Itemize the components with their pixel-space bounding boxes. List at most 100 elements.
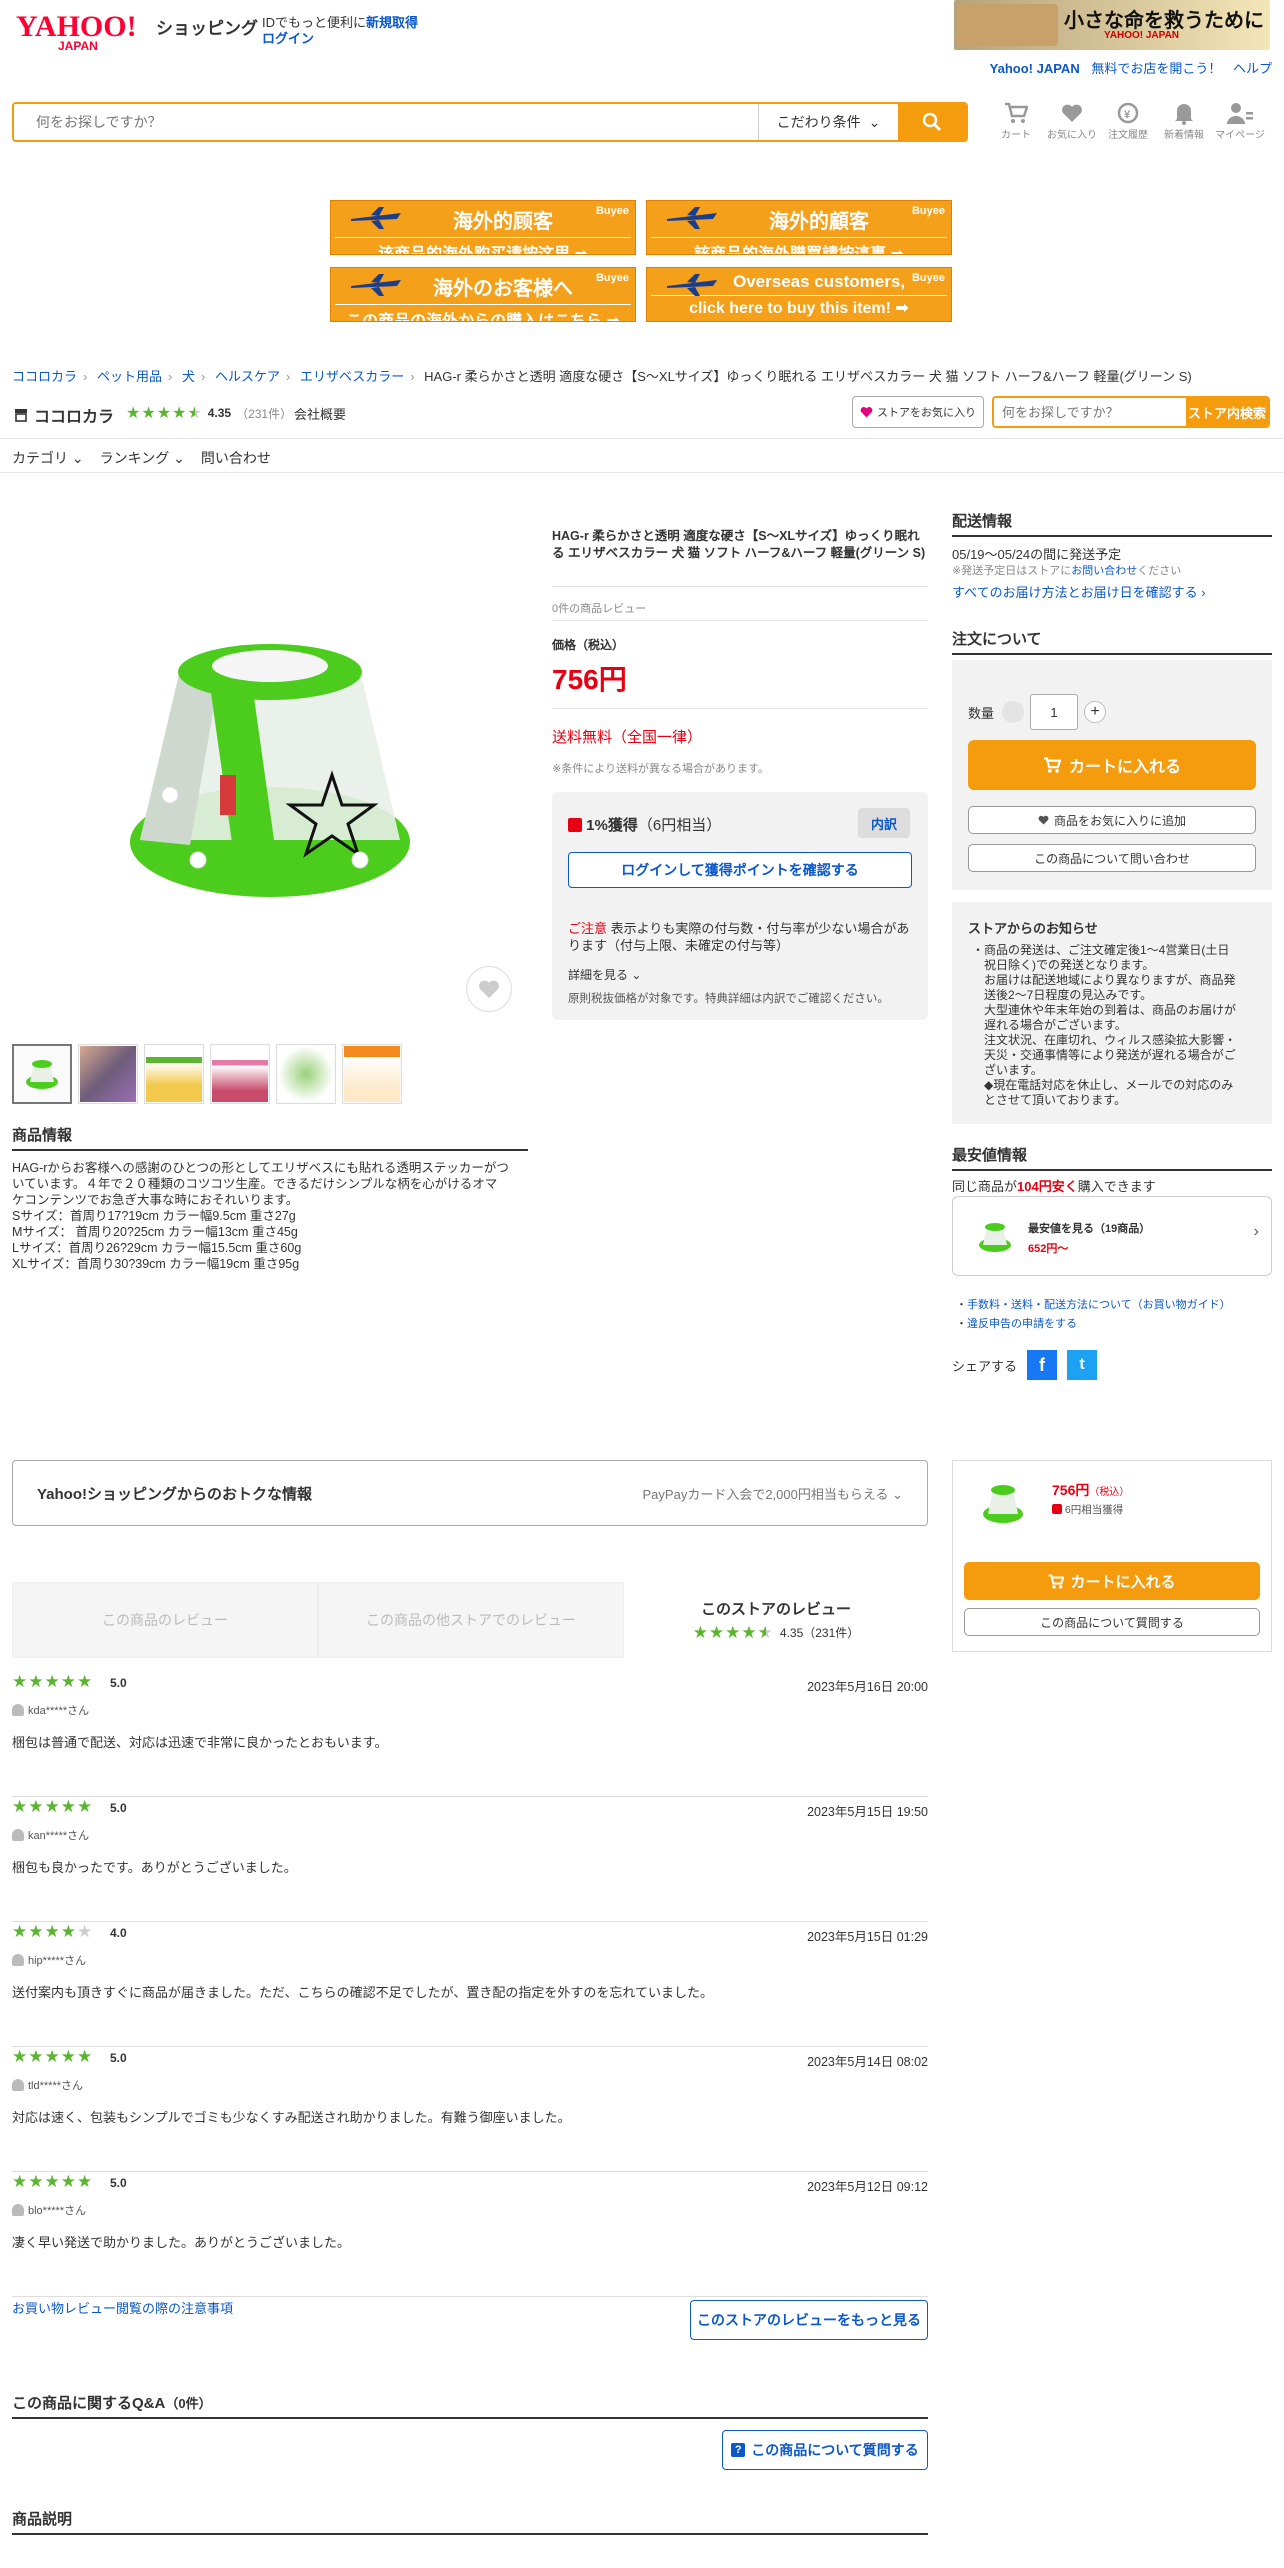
buyee-banner-en[interactable]: Buyee Overseas customers, click here to … <box>646 267 952 322</box>
sticky-add-to-cart-button[interactable]: カートに入れる <box>964 1562 1260 1600</box>
mypage-link[interactable]: マイページ <box>1212 100 1268 141</box>
shopping-label: ショッピング <box>156 19 258 38</box>
breadcrumb-healthcare[interactable]: ヘルスケア <box>215 369 280 384</box>
product-inquiry-button[interactable]: この商品について問い合わせ <box>968 844 1256 872</box>
search-bar: こだわり条件⌄ <box>12 102 968 142</box>
favorite-store-button[interactable]: ストアをお気に入り <box>852 396 984 428</box>
see-details-link[interactable]: 詳細を見る ⌄ <box>568 966 641 983</box>
quantity-input[interactable]: 1 <box>1030 694 1079 730</box>
cart-link[interactable]: カート <box>988 100 1044 141</box>
company-info-link[interactable]: 会社概要 <box>294 404 346 423</box>
rating-stars-icon: ★★★★★ <box>126 405 203 422</box>
delivery-note: ※発送予定日はストアにお問い合わせください <box>952 565 1182 577</box>
login-check-points-button[interactable]: ログインして獲得ポイントを確認する <box>568 852 912 888</box>
add-to-cart-button[interactable]: カートに入れる <box>968 740 1256 790</box>
favorite-heart-button[interactable] <box>466 966 512 1012</box>
airplane-icon <box>351 274 401 296</box>
delivery-options-link[interactable]: すべてのお届け方法とお届け日を確認する › <box>952 582 1206 601</box>
buyee-banner-cn-simplified[interactable]: Buyee 海外的顾客 该商品的海外购买请按这里 ➡ <box>330 200 636 255</box>
breadcrumb-dog[interactable]: 犬 <box>182 369 195 384</box>
search-icon <box>922 112 941 131</box>
breadcrumb-collar[interactable]: エリザベスカラー <box>300 369 404 384</box>
yahoo-japan-logo[interactable]: YAHOO! JAPAN <box>14 8 154 53</box>
buyee-banner-ja[interactable]: Buyee 海外のお客様へ この商品の海外からの購入はこちら ➡ <box>330 267 636 322</box>
deals-banner[interactable]: Yahoo!ショッピングからのおトクな情報 PayPayカード入会で2,000円… <box>12 1460 928 1526</box>
breadcrumb-pet[interactable]: ペット用品 <box>97 369 162 384</box>
rating-stars-icon: ★★★★★ <box>12 1797 94 1816</box>
user-icon <box>12 2204 24 2216</box>
divider <box>0 438 1284 439</box>
shipping-free: 送料無料（全国一律） <box>552 729 703 746</box>
cheapest-title: 最安値を見る（19商品） <box>1028 1223 1151 1235</box>
chevron-down-icon: ⌄ <box>173 450 185 466</box>
inquiry-link[interactable]: お問い合わせ <box>1071 565 1137 577</box>
product-main-image[interactable] <box>110 590 430 920</box>
thumbnail-strip <box>12 1044 402 1104</box>
ask-question-button[interactable]: ? この商品について質問する <box>722 2430 928 2470</box>
store-name[interactable]: ココロカラ <box>14 403 114 427</box>
review-item: ★★★★★ 5.0 2023年5月12日 09:12 blo*****さん 凄く… <box>12 2172 928 2297</box>
cheapest-card[interactable]: › <box>952 1196 1272 1276</box>
store-search: ストア内検索 <box>992 396 1270 428</box>
register-link[interactable]: 新規取得 <box>366 15 418 30</box>
thumbnail[interactable] <box>78 1044 138 1104</box>
thumbnail[interactable] <box>12 1044 72 1104</box>
bell-icon <box>1175 104 1193 125</box>
fees-guide-link[interactable]: 手数料・送料・配送方法について（お買い物ガイド） <box>967 1299 1231 1311</box>
decrement-button[interactable]: − <box>1002 701 1025 723</box>
twitter-icon[interactable]: t <box>1067 1350 1098 1380</box>
store-search-button[interactable]: ストア内検索 <box>1186 398 1268 426</box>
rating-stars-icon: ★★★★★ <box>12 1672 94 1691</box>
store-rating[interactable]: ★★★★★ 4.35 （231件） <box>126 403 292 423</box>
store-search-input[interactable] <box>994 398 1186 426</box>
search-input[interactable] <box>14 104 758 140</box>
buyee-banner-cn-traditional[interactable]: Buyee 海外的顧客 該商品的海外購買請按這裏 ➡ <box>646 200 952 255</box>
cheapest-heading: 最安値情報 <box>952 1144 1272 1171</box>
search-button[interactable] <box>898 104 966 140</box>
thumbnail[interactable] <box>276 1044 336 1104</box>
favorites-link[interactable]: お気に入り <box>1044 100 1100 141</box>
review-item: ★★★★★ 5.0 2023年5月15日 19:50 kan*****さん 梱包… <box>12 1797 928 1922</box>
thumbnail[interactable] <box>342 1044 402 1104</box>
yahoo-japan-link[interactable]: Yahoo! JAPAN <box>990 61 1080 76</box>
divider <box>552 586 928 587</box>
ranking-menu[interactable]: ランキング ⌄ <box>100 448 185 468</box>
order-history-link[interactable]: ¥ 注文履歴 <box>1100 100 1156 141</box>
product-info-heading: 商品情報 <box>12 1124 528 1151</box>
search-condition-dropdown[interactable]: こだわり条件 ⌄ <box>758 104 898 140</box>
store-icon <box>15 409 27 422</box>
product-review-count-link[interactable]: 0件の商品レビュー <box>552 600 646 616</box>
chevron-down-icon: ⌄ <box>631 968 642 982</box>
login-link[interactable]: ログイン <box>262 28 314 47</box>
tab-store-reviews[interactable]: このストアのレビュー ★★★★★ 4.35（231件） <box>624 1582 928 1658</box>
contact-link[interactable]: 問い合わせ <box>201 448 271 468</box>
tab-product-reviews[interactable]: この商品のレビュー <box>12 1582 318 1658</box>
sticky-price: 756円（税込） <box>1052 1482 1130 1498</box>
tab-other-store-reviews[interactable]: この商品の他ストアでのレビュー <box>318 1582 624 1658</box>
more-store-reviews-button[interactable]: このストアのレビューをもっと見る <box>690 2300 928 2340</box>
charity-banner[interactable]: 小さな命を救うために YAHOO! JAPAN <box>954 0 1270 50</box>
svg-text:JAPAN: JAPAN <box>58 39 98 52</box>
chevron-down-icon: ⌄ <box>868 113 881 130</box>
heart-icon <box>1038 815 1049 825</box>
points-breakdown-button[interactable]: 内訳 <box>858 808 910 838</box>
rating-stars-icon: ★★★★★ <box>12 2172 94 2191</box>
thumbnail[interactable] <box>210 1044 270 1104</box>
airplane-icon <box>667 207 717 229</box>
sticky-question-button[interactable]: この商品について質問する <box>964 1608 1260 1636</box>
airplane-icon <box>351 207 401 229</box>
breadcrumb-store[interactable]: ココロカラ <box>12 369 77 384</box>
help-link[interactable]: ヘルプ <box>1233 61 1272 76</box>
facebook-icon[interactable]: f <box>1027 1350 1058 1380</box>
cart-icon <box>1049 1574 1065 1588</box>
review-tabs: この商品のレビュー この商品の他ストアでのレビュー このストアのレビュー ★★★… <box>12 1582 928 1658</box>
open-store-link[interactable]: 無料でお店を開こう！ <box>1091 61 1221 76</box>
add-favorite-button[interactable]: 商品をお気に入りに追加 <box>968 806 1256 834</box>
cheapest-line: 同じ商品が104円安く購入できます <box>952 1179 1156 1194</box>
increment-button[interactable]: + <box>1084 701 1107 723</box>
report-violation-link[interactable]: 違反申告の申請をする <box>967 1318 1077 1330</box>
news-link[interactable]: 新着情報 <box>1156 100 1212 141</box>
review-guidelines-link[interactable]: お買い物レビュー閲覧の際の注意事項 <box>12 2298 233 2317</box>
thumbnail[interactable] <box>144 1044 204 1104</box>
category-menu[interactable]: カテゴリ ⌄ <box>12 448 84 468</box>
